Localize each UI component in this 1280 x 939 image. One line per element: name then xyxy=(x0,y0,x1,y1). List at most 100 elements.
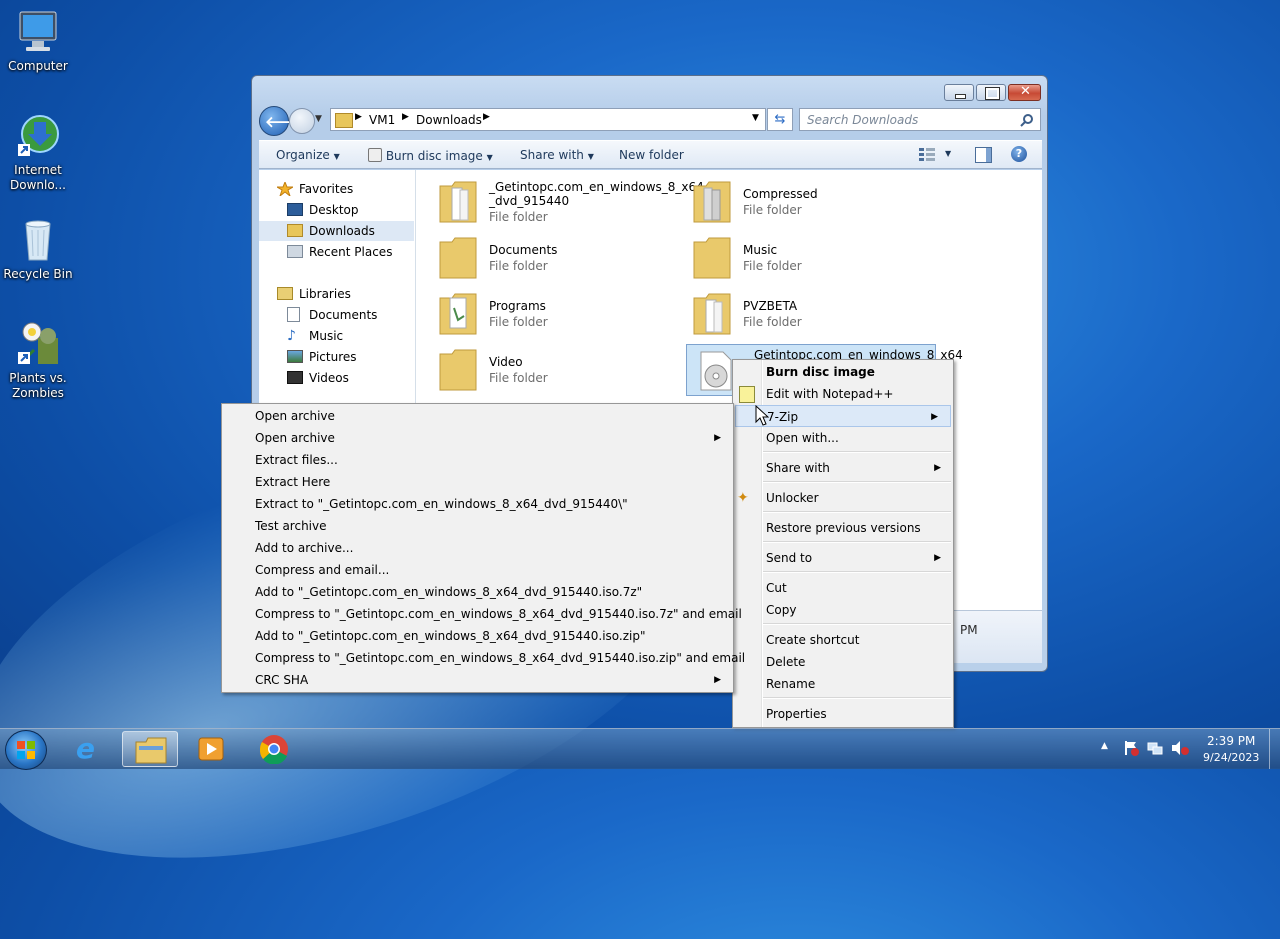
videos-icon xyxy=(287,371,303,384)
new-folder-button[interactable]: New folder xyxy=(619,148,684,162)
zip-open-archive-submenu[interactable]: Open archive ▶ xyxy=(222,427,733,449)
zip-add-to-zip[interactable]: Add to "_Getintopc.com_en_windows_8_x64_… xyxy=(222,625,733,647)
folder-icon xyxy=(439,293,477,335)
folder-icon xyxy=(693,181,731,223)
desktop-icon-label: Computer xyxy=(8,59,68,73)
notepad-plus-icon xyxy=(739,386,755,403)
desktop-icon-internet-download-manager[interactable]: Internet Downlo... xyxy=(0,112,76,193)
zip-crc-sha[interactable]: CRC SHA ▶ xyxy=(222,669,733,691)
maximize-icon xyxy=(985,87,1000,100)
menu-item-properties[interactable]: Properties xyxy=(733,703,953,725)
plants-vs-zombies-icon xyxy=(14,320,62,368)
menu-item-delete[interactable]: Delete xyxy=(733,651,953,673)
zip-add-to-archive[interactable]: Add to archive... xyxy=(222,537,733,559)
back-button[interactable]: 🡐 xyxy=(259,106,305,136)
computer-icon xyxy=(14,8,62,56)
media-player-icon xyxy=(198,737,224,761)
share-with-button[interactable]: Share with ▼ xyxy=(520,148,594,162)
help-icon: ? xyxy=(1015,147,1023,160)
breadcrumb-downloads[interactable]: Downloads xyxy=(416,113,482,127)
burn-disc-image-button[interactable]: Burn disc image ▼ xyxy=(368,148,493,163)
address-dropdown-icon[interactable]: ▼ xyxy=(752,113,759,123)
folder-icon xyxy=(335,113,353,128)
network-icon[interactable] xyxy=(1147,740,1163,756)
documents-icon xyxy=(287,307,300,322)
7zip-submenu: Open archive Open archive ▶ Extract files… xyxy=(221,403,745,693)
desktop-icon-plants-vs-zombies[interactable]: Plants vs. Zombies xyxy=(0,320,76,401)
explorer-folder-icon xyxy=(135,737,167,764)
zip-compress-email[interactable]: Compress and email... xyxy=(222,559,733,581)
show-desktop-button[interactable] xyxy=(1269,729,1280,769)
menu-item-rename[interactable]: Rename xyxy=(733,673,953,695)
menu-item-restore-versions[interactable]: Restore previous versions xyxy=(733,517,953,539)
zip-add-to-7z[interactable]: Add to "_Getintopc.com_en_windows_8_x64_… xyxy=(222,581,733,603)
folder-icon xyxy=(693,293,731,335)
close-button[interactable]: ✕ xyxy=(1008,84,1041,101)
recent-pages-dropdown[interactable]: ▼ xyxy=(315,114,322,124)
menu-item-create-shortcut[interactable]: Create shortcut xyxy=(733,629,953,651)
menu-item-share-with[interactable]: Share with ▶ xyxy=(733,457,953,479)
zip-compress-zip-email[interactable]: Compress to "_Getintopc.com_en_windows_8… xyxy=(222,647,745,669)
folder-icon xyxy=(693,237,731,279)
downloads-folder-icon xyxy=(287,224,303,237)
burn-disc-icon xyxy=(368,148,382,162)
libraries-icon xyxy=(277,287,293,300)
view-options-dropdown[interactable]: ▼ xyxy=(945,149,951,158)
clock-date[interactable]: 9/24/2023 xyxy=(1203,751,1259,764)
search-box[interactable]: Search Downloads xyxy=(799,108,1041,131)
chrome-icon xyxy=(259,735,288,764)
address-bar[interactable]: ▶ VM1 ▶ Downloads ▶ ▼ xyxy=(330,108,766,131)
show-hidden-icons-button[interactable]: ▲ xyxy=(1101,741,1108,751)
desktop-icon-label: Plants vs. Zombies xyxy=(9,371,67,400)
minimize-button[interactable] xyxy=(944,84,974,101)
recycle-bin-icon xyxy=(14,216,62,264)
forward-button[interactable] xyxy=(289,108,315,134)
zip-open-archive[interactable]: Open archive xyxy=(222,405,733,427)
preview-pane-icon xyxy=(986,148,991,162)
organize-button[interactable]: Organize ▼ xyxy=(276,148,340,162)
menu-item-edit-notepad[interactable]: Edit with Notepad++ xyxy=(733,383,953,405)
magic-wand-icon: ✦ xyxy=(737,490,749,506)
desktop-icon-label: Internet Downlo... xyxy=(10,163,66,192)
menu-item-copy[interactable]: Copy xyxy=(733,599,953,621)
zip-test-archive[interactable]: Test archive xyxy=(222,515,733,537)
menu-item-open-with[interactable]: Open with... xyxy=(733,427,953,449)
desktop-icon-label: Recycle Bin xyxy=(3,267,73,281)
close-icon: ✕ xyxy=(1020,84,1031,99)
start-button[interactable] xyxy=(5,730,47,770)
maximize-button[interactable] xyxy=(976,84,1006,101)
folder-icon xyxy=(439,349,477,391)
menu-item-unlocker[interactable]: ✦ Unlocker xyxy=(733,487,953,509)
zip-extract-to-folder[interactable]: Extract to "_Getintopc.com_en_windows_8_… xyxy=(222,493,733,515)
change-view-icon[interactable] xyxy=(919,148,935,161)
folder-icon xyxy=(439,181,477,223)
breadcrumb-vm1[interactable]: VM1 xyxy=(369,113,395,127)
search-icon xyxy=(1020,114,1033,127)
help-button[interactable]: ? xyxy=(1011,146,1027,162)
desktop-icon-recycle-bin[interactable]: Recycle Bin xyxy=(0,216,76,282)
music-note-icon: ♪ xyxy=(287,328,296,344)
menu-item-send-to[interactable]: Send to ▶ xyxy=(733,547,953,569)
menu-item-cut[interactable]: Cut xyxy=(733,577,953,599)
volume-muted-icon[interactable] xyxy=(1171,740,1189,756)
zip-compress-7z-email[interactable]: Compress to "_Getintopc.com_en_windows_8… xyxy=(222,603,742,625)
preview-pane-button[interactable] xyxy=(975,147,992,163)
details-date-modified: PM xyxy=(960,623,978,637)
internet-explorer-icon: e xyxy=(76,732,95,765)
taskbar-windows-explorer[interactable] xyxy=(122,731,178,767)
zip-extract-files[interactable]: Extract files... xyxy=(222,449,733,471)
taskbar: e ▲ 2:39 PM 9/24/2023 xyxy=(0,728,1280,770)
taskbar-media-player[interactable] xyxy=(184,731,240,767)
refresh-button[interactable]: ⇆ xyxy=(767,108,793,131)
search-placeholder: Search Downloads xyxy=(807,113,919,127)
pictures-icon xyxy=(287,350,303,363)
action-center-flag-icon[interactable] xyxy=(1123,740,1139,756)
zip-extract-here[interactable]: Extract Here xyxy=(222,471,733,493)
folder-icon xyxy=(439,237,477,279)
taskbar-chrome[interactable] xyxy=(246,731,302,767)
desktop-icon-computer[interactable]: Computer xyxy=(0,8,76,74)
menu-item-burn-disc-image[interactable]: Burn disc image xyxy=(733,361,953,383)
recent-places-icon xyxy=(287,245,303,258)
taskbar-internet-explorer[interactable]: e xyxy=(62,731,118,767)
clock-time[interactable]: 2:39 PM xyxy=(1207,734,1255,748)
